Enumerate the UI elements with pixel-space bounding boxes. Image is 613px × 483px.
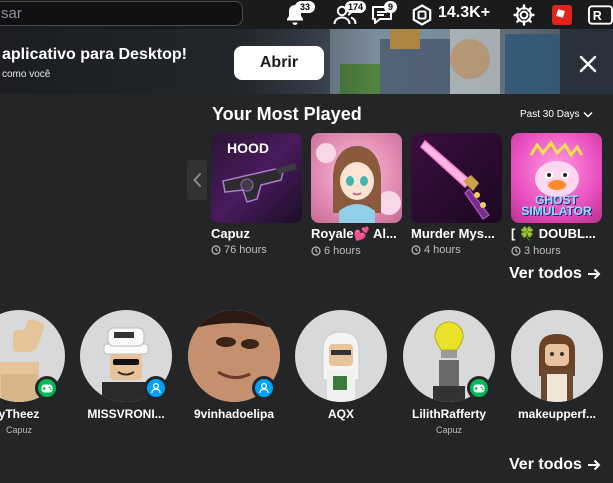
game-name: [ 🍀 DOUBL... bbox=[511, 226, 596, 241]
friend-tile[interactable]: LilithRafferty Capuz bbox=[403, 310, 495, 435]
chevron-down-icon bbox=[583, 112, 593, 118]
roblox-menu-button[interactable]: R bbox=[588, 2, 613, 28]
robux-balance[interactable]: 14.3K+ bbox=[438, 4, 490, 22]
period-dropdown[interactable]: Past 30 Days bbox=[520, 109, 593, 120]
friend-name[interactable]: 9vinhadoelipa bbox=[188, 407, 280, 421]
play-time-text: 3 hours bbox=[524, 245, 561, 257]
game-tile[interactable]: Royale💕 Al... 6 hours bbox=[311, 133, 402, 257]
period-label: Past 30 Days bbox=[520, 109, 580, 120]
play-time-text: 4 hours bbox=[424, 244, 461, 256]
most-played-see-all-link[interactable]: Ver todos bbox=[509, 265, 601, 283]
game-tile[interactable]: HOOD Capuz 76 hours bbox=[211, 133, 302, 256]
clock-icon bbox=[511, 246, 521, 256]
game-name: Murder Mys... bbox=[411, 226, 495, 241]
royale-character-artwork bbox=[316, 143, 401, 223]
arrow-right-icon bbox=[587, 459, 601, 471]
top-navigation-bar: 33 174 9 14.3K+ R bbox=[0, 0, 613, 29]
game-thumbnail-text: HOOD bbox=[227, 140, 269, 156]
game-tile[interactable]: GHOST SIMULATOR [ 🍀 DOUBL... 3 hours bbox=[511, 133, 602, 257]
friend-tile[interactable]: AQX bbox=[295, 310, 387, 421]
friends-button[interactable]: 174 bbox=[331, 1, 367, 28]
notifications-count-badge: 33 bbox=[295, 1, 315, 13]
avatar[interactable] bbox=[295, 310, 387, 402]
search-box[interactable] bbox=[0, 1, 243, 26]
close-icon bbox=[579, 55, 597, 73]
arrow-right-icon bbox=[587, 268, 601, 280]
user-icon bbox=[151, 382, 161, 394]
roblox-logo-icon bbox=[552, 5, 572, 25]
friend-name[interactable]: yTheez bbox=[0, 407, 65, 421]
game-thumbnail[interactable]: HOOD bbox=[211, 133, 302, 223]
banner-title: aplicativo para Desktop! bbox=[2, 46, 187, 63]
knife-artwork bbox=[420, 139, 490, 220]
carousel-prev-button[interactable] bbox=[187, 160, 207, 200]
roblox-r-icon: R bbox=[588, 5, 613, 25]
game-name: Royale💕 Al... bbox=[311, 226, 397, 241]
friend-tile[interactable]: 9vinhadoelipa bbox=[188, 310, 280, 421]
friend-game[interactable]: Capuz bbox=[0, 425, 65, 435]
see-all-label: Ver todos bbox=[509, 456, 582, 473]
in-game-status-badge bbox=[35, 376, 59, 400]
play-time-text: 6 hours bbox=[324, 245, 361, 257]
clock-icon bbox=[211, 245, 221, 255]
game-thumbnail[interactable] bbox=[311, 133, 402, 223]
friend-game[interactable]: Capuz bbox=[403, 425, 495, 435]
user-icon bbox=[259, 382, 269, 394]
game-name: Capuz bbox=[211, 226, 250, 241]
notifications-button[interactable]: 33 bbox=[281, 1, 315, 28]
friend-tile[interactable]: makeupperf... bbox=[511, 310, 603, 421]
clock-icon bbox=[411, 245, 421, 255]
search-input[interactable] bbox=[0, 2, 242, 25]
game-thumbnail-text: GHOST SIMULATOR bbox=[521, 193, 592, 218]
avatar-artwork bbox=[539, 334, 575, 402]
play-time: 4 hours bbox=[411, 244, 502, 256]
friend-tile[interactable]: yTheez Capuz bbox=[0, 310, 65, 435]
friend-name[interactable]: makeupperf... bbox=[511, 407, 603, 421]
avatar-artwork bbox=[322, 331, 360, 402]
game-thumbnail[interactable] bbox=[411, 133, 502, 223]
close-banner-button[interactable] bbox=[575, 51, 601, 77]
see-all-label: Ver todos bbox=[509, 265, 582, 282]
game-thumbnail[interactable]: GHOST SIMULATOR bbox=[511, 133, 602, 223]
friends-see-all-link[interactable]: Ver todos bbox=[509, 456, 601, 474]
clock-icon bbox=[311, 246, 321, 256]
svg-text:R: R bbox=[593, 9, 602, 23]
friend-name[interactable]: LilithRafferty bbox=[403, 407, 495, 421]
desktop-app-banner: aplicativo para Desktop! como você Abrir bbox=[0, 29, 613, 94]
friend-tile[interactable]: MISSVRONI... bbox=[80, 310, 172, 421]
open-desktop-app-button[interactable]: Abrir bbox=[234, 46, 324, 80]
settings-button[interactable] bbox=[510, 2, 538, 28]
gamepad-icon bbox=[473, 384, 485, 392]
messages-button[interactable]: 9 bbox=[368, 1, 397, 28]
gear-icon bbox=[513, 4, 535, 26]
roblox-studio-button[interactable] bbox=[548, 2, 576, 28]
avatar[interactable] bbox=[511, 310, 603, 402]
messages-count-badge: 9 bbox=[384, 1, 397, 13]
play-time-text: 76 hours bbox=[224, 244, 267, 256]
online-status-badge bbox=[252, 376, 276, 400]
friends-count-badge: 174 bbox=[345, 1, 367, 13]
friend-name[interactable]: AQX bbox=[295, 407, 387, 421]
friend-name[interactable]: MISSVRONI... bbox=[80, 407, 172, 421]
play-time: 6 hours bbox=[311, 245, 402, 257]
game-tile[interactable]: Murder Mys... 4 hours bbox=[411, 133, 502, 256]
banner-subtitle: como você bbox=[2, 69, 51, 80]
online-status-badge bbox=[144, 376, 168, 400]
play-time: 76 hours bbox=[211, 244, 302, 256]
robux-icon bbox=[412, 4, 432, 26]
robux-button[interactable] bbox=[408, 2, 436, 28]
gamepad-icon bbox=[41, 384, 53, 392]
play-time: 3 hours bbox=[511, 245, 602, 257]
chevron-left-icon bbox=[192, 172, 201, 188]
in-game-status-badge bbox=[467, 376, 491, 400]
most-played-title: Your Most Played bbox=[212, 104, 362, 124]
